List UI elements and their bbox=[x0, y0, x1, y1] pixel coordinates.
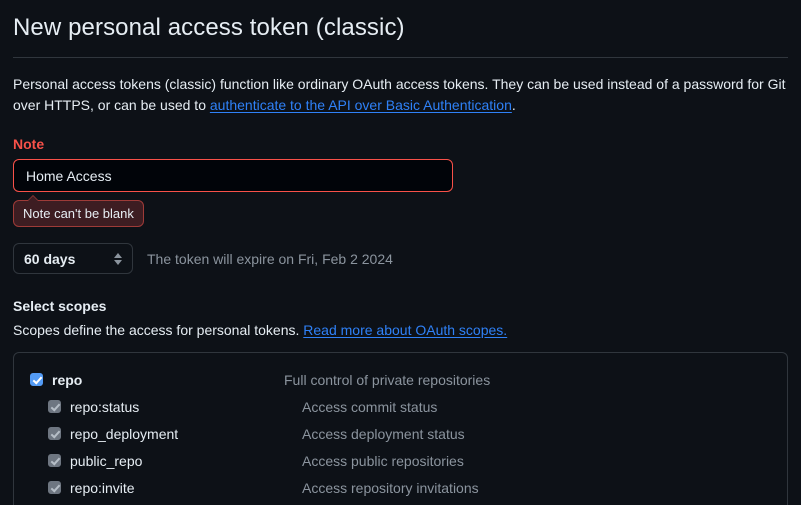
scope-row: repo:status Access commit status bbox=[14, 393, 787, 420]
expiration-select-value: 60 days bbox=[24, 250, 76, 267]
scopes-section-description: Scopes define the access for personal to… bbox=[13, 322, 788, 338]
scope-name: repo bbox=[52, 371, 83, 388]
expiration-select[interactable]: 60 days bbox=[13, 243, 133, 274]
expiration-helper-text: The token will expire on Fri, Feb 2 2024 bbox=[147, 250, 393, 267]
scope-name: repo:invite bbox=[70, 479, 135, 496]
page-root: New personal access token (classic) Pers… bbox=[0, 0, 801, 505]
note-error-wrapper: Note can't be blank bbox=[13, 195, 144, 227]
scope-row: public_repo Access public repositories bbox=[14, 447, 787, 474]
scopes-section-title: Select scopes bbox=[13, 298, 107, 314]
scope-description: Access deployment status bbox=[302, 425, 465, 442]
checkbox-repo[interactable] bbox=[30, 373, 43, 386]
scope-description: Full control of private repositories bbox=[284, 371, 491, 388]
scope-row: repo_deployment Access deployment status bbox=[14, 420, 787, 447]
checkbox-public_repo bbox=[48, 454, 61, 467]
checkbox-repo:invite bbox=[48, 481, 61, 494]
basic-auth-link[interactable]: authenticate to the API over Basic Authe… bbox=[210, 97, 512, 113]
scopes-box: repo Full control of private repositories… bbox=[13, 352, 788, 505]
scope-description: Access commit status bbox=[302, 398, 438, 415]
page-title: New personal access token (classic) bbox=[13, 14, 405, 41]
scope-description: Access repository invitations bbox=[302, 479, 479, 496]
scope-row: security_eventsRead and write security e… bbox=[14, 501, 787, 505]
intro-paragraph: Personal access tokens (classic) functio… bbox=[13, 74, 788, 116]
note-error-tooltip: Note can't be blank bbox=[13, 195, 144, 227]
scope-row: repo:invite Access repository invitations bbox=[14, 474, 787, 501]
oauth-scopes-link[interactable]: Read more about OAuth scopes. bbox=[303, 322, 507, 338]
checkbox-repo_deployment bbox=[48, 427, 61, 440]
chevron-updown-icon bbox=[114, 252, 122, 265]
scope-row[interactable]: repo Full control of private repositories bbox=[14, 366, 787, 393]
checkbox-repo:status bbox=[48, 400, 61, 413]
note-label: Note bbox=[13, 136, 45, 152]
scopes-description-text: Scopes define the access for personal to… bbox=[13, 322, 304, 338]
scope-name: public_repo bbox=[70, 452, 143, 469]
intro-text-after: . bbox=[511, 97, 516, 113]
scope-description: Access public repositories bbox=[302, 452, 464, 469]
expiration-row: 60 days The token will expire on Fri, Fe… bbox=[13, 243, 788, 274]
scope-name: repo:status bbox=[70, 398, 140, 415]
note-input[interactable] bbox=[13, 159, 453, 192]
title-divider bbox=[13, 57, 788, 58]
scope-name: repo_deployment bbox=[70, 425, 179, 442]
